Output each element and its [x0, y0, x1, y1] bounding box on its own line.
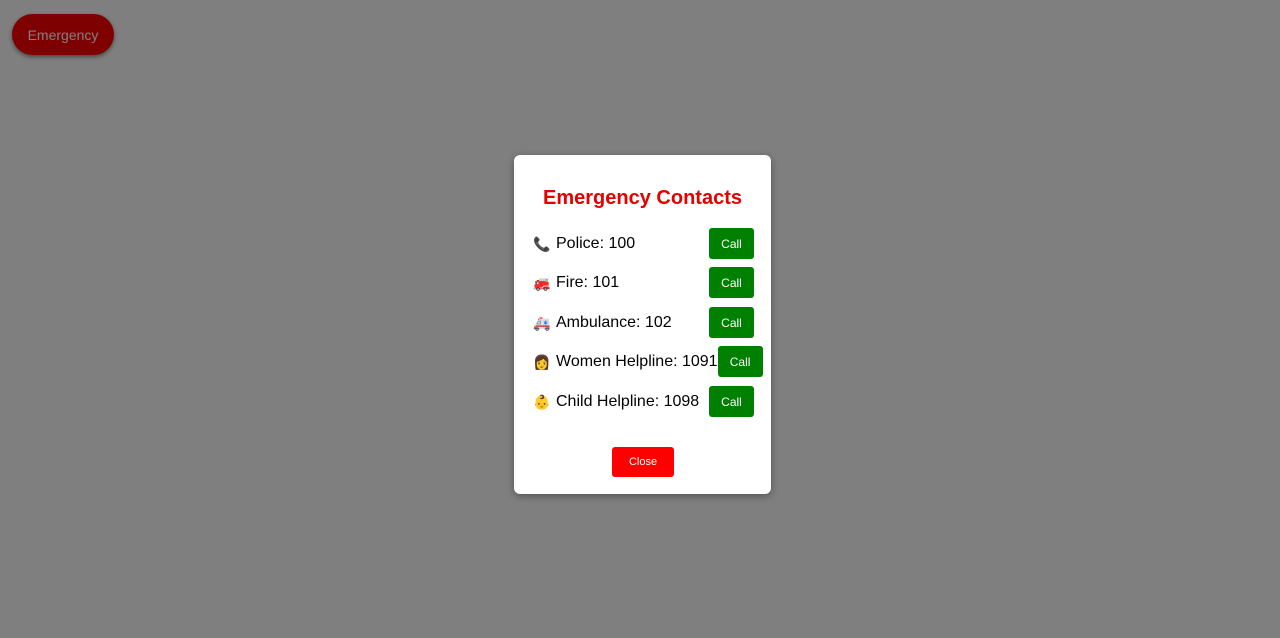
contact-label: Child Helpline: 1098: [556, 392, 700, 410]
woman-icon: 👩: [533, 353, 551, 370]
call-women-helpline-button[interactable]: Call: [717, 346, 763, 377]
contact-label: Women Helpline: 1091: [556, 352, 718, 370]
fire-engine-icon: 🚒: [533, 274, 551, 291]
contact-info: 📞 Police: 100: [533, 235, 635, 253]
contact-info: 👶 Child Helpline: 1098: [533, 393, 699, 411]
contact-label: Police: 100: [556, 234, 636, 252]
contact-row-police: 📞 Police: 100 Call: [533, 228, 754, 259]
call-child-helpline-button[interactable]: Call: [709, 386, 754, 417]
contact-row-child-helpline: 👶 Child Helpline: 1098 Call: [533, 386, 754, 417]
contact-row-ambulance: 🚑 Ambulance: 102 Call: [533, 307, 754, 338]
contact-row-fire: 🚒 Fire: 101 Call: [533, 267, 754, 298]
contact-label: Fire: 101: [556, 273, 620, 291]
contact-label: Ambulance: 102: [556, 313, 672, 331]
call-fire-button[interactable]: Call: [709, 267, 754, 298]
close-button[interactable]: Close: [612, 447, 674, 477]
contact-info: 🚒 Fire: 101: [533, 274, 619, 292]
call-ambulance-button[interactable]: Call: [709, 307, 754, 338]
emergency-contacts-modal: Emergency Contacts 📞 Police: 100 Call 🚒 …: [514, 155, 771, 494]
ambulance-icon: 🚑: [533, 314, 551, 331]
contact-info: 👩 Women Helpline: 1091: [533, 353, 718, 371]
telephone-receiver-icon: 📞: [533, 235, 551, 252]
call-police-button[interactable]: Call: [709, 228, 754, 259]
contact-info: 🚑 Ambulance: 102: [533, 314, 672, 332]
modal-title: Emergency Contacts: [543, 187, 742, 209]
contact-row-women-helpline: 👩 Women Helpline: 1091 Call: [533, 346, 763, 377]
baby-icon: 👶: [533, 393, 551, 410]
